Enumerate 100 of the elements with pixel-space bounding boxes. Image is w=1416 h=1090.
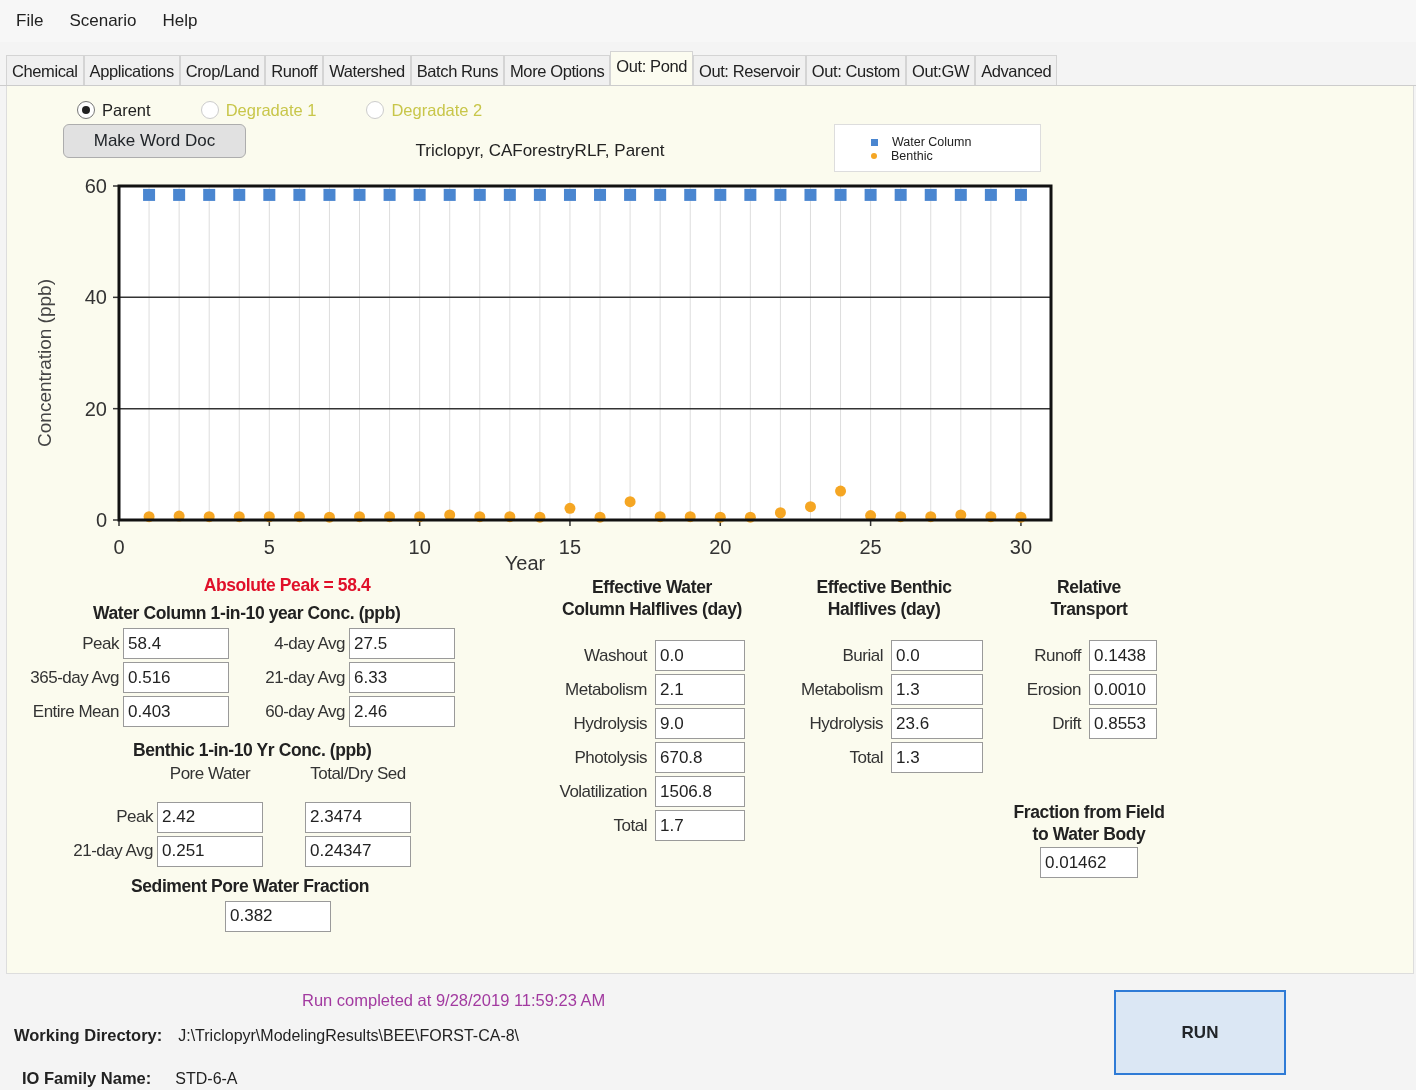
- output-field[interactable]: 2.3474: [305, 801, 411, 833]
- menu-item[interactable]: Help: [162, 8, 198, 34]
- data-point: [564, 502, 576, 514]
- x-tick-label: 15: [558, 536, 582, 558]
- field-label: Erosion: [1025, 678, 1081, 701]
- output-field[interactable]: 1.3: [891, 674, 983, 705]
- output-field[interactable]: 9.0: [655, 708, 745, 739]
- field-label: Entire Mean: [31, 700, 119, 723]
- output-field[interactable]: 0.0010: [1089, 674, 1157, 705]
- output-field[interactable]: 0.403: [123, 696, 229, 727]
- section-heading: Effective Benthic Halflives (day): [815, 576, 953, 620]
- field-label: Volatilization: [558, 780, 647, 803]
- field-label: 21-day Avg: [72, 840, 154, 863]
- data-point: [594, 511, 606, 523]
- output-field[interactable]: 58.4: [123, 628, 229, 659]
- chart-title: Triclopyr, CAForestryRLF, Parent: [414, 140, 666, 162]
- status-message: Run completed at 9/28/2019 11:59:23 AM: [302, 990, 607, 1011]
- data-point: [805, 501, 816, 513]
- absolute-peak-text: Absolute Peak = 58.4: [202, 574, 372, 596]
- output-field[interactable]: 2.46: [349, 696, 455, 727]
- column-heading: Pore Water: [168, 763, 252, 785]
- field-label: Burial: [841, 644, 883, 667]
- menu-item[interactable]: File: [16, 8, 44, 34]
- data-point: [173, 510, 185, 522]
- section-heading: Fraction from Field to Water Body: [1012, 801, 1166, 845]
- output-field[interactable]: 0.8553: [1089, 708, 1157, 739]
- data-point: [624, 496, 636, 508]
- output-field[interactable]: 670.8: [655, 742, 745, 773]
- tab[interactable]: Out: Reservoir: [692, 55, 806, 85]
- output-field[interactable]: 1.3: [891, 742, 983, 773]
- tab[interactable]: Out:GW: [905, 55, 976, 85]
- tab[interactable]: More Options: [504, 55, 611, 85]
- data-point: [835, 485, 847, 497]
- make-word-doc-button[interactable]: Make Word Doc: [63, 124, 246, 158]
- tab[interactable]: Advanced: [975, 55, 1058, 85]
- directory-path: J:\Triclopyr\ModelingResults\BEE\FORST-CA-8\: [178, 1025, 520, 1046]
- field-label: Drift: [1051, 712, 1081, 735]
- field-label: Hydrolysis: [808, 712, 883, 735]
- output-field[interactable]: 0.0: [655, 640, 745, 671]
- radio-label: Degradate 1: [225, 99, 317, 121]
- field-label: 60-day Avg: [264, 700, 345, 723]
- radio-button[interactable]: [77, 101, 95, 119]
- tab[interactable]: Runoff: [265, 55, 324, 85]
- output-field[interactable]: 2.42: [157, 801, 263, 833]
- y-axis-title: Concentration (ppb): [34, 279, 55, 447]
- output-field[interactable]: 23.6: [891, 708, 983, 739]
- output-field[interactable]: 2.1: [655, 674, 745, 705]
- output-field[interactable]: 0.01462: [1040, 847, 1138, 878]
- tab[interactable]: Batch Runs: [410, 55, 504, 85]
- output-field[interactable]: 1506.8: [655, 776, 745, 807]
- section-heading: Benthic 1-in-10 Yr Conc. (ppb): [132, 739, 373, 761]
- field-label: Metabolism: [564, 678, 647, 701]
- legend-label: Water Column: [892, 135, 972, 149]
- data-point: [774, 507, 786, 519]
- output-field[interactable]: 0.24347: [305, 835, 411, 867]
- field-label: Total: [612, 814, 647, 837]
- x-tick-label: 25: [859, 536, 882, 558]
- section-heading: Relative Transport: [1049, 576, 1129, 620]
- data-point: [444, 509, 456, 521]
- x-tick-label: 10: [408, 536, 431, 558]
- output-field[interactable]: 1.7: [655, 810, 745, 841]
- section-heading: Water Column 1-in-10 year Conc. (ppb): [92, 602, 402, 624]
- field-label: 365-day Avg: [29, 666, 119, 689]
- column-heading: Total/Dry Sed: [309, 763, 407, 785]
- output-field[interactable]: 27.5: [349, 628, 455, 659]
- tab[interactable]: Chemical: [6, 55, 84, 85]
- output-field[interactable]: 6.33: [349, 662, 455, 693]
- run-button[interactable]: RUN: [1114, 990, 1286, 1075]
- radio-label: Parent: [102, 99, 151, 121]
- field-label: 4-day Avg: [273, 632, 345, 655]
- tab[interactable]: Out: Custom: [805, 55, 906, 85]
- output-field[interactable]: 0.382: [225, 900, 331, 932]
- y-tick-label: 20: [84, 397, 107, 420]
- field-label: Runoff: [1033, 644, 1081, 667]
- field-label: Metabolism: [800, 678, 883, 701]
- data-point: [534, 511, 546, 523]
- field-label: Total: [848, 746, 883, 769]
- tab[interactable]: Applications: [83, 55, 180, 85]
- radio-label: Degradate 2: [391, 99, 483, 121]
- menu-item[interactable]: Scenario: [69, 8, 137, 34]
- output-field[interactable]: 0.0: [891, 640, 983, 671]
- field-label: IO Family Name:: [22, 1067, 152, 1089]
- x-tick-label: 5: [263, 536, 275, 558]
- data-point: [323, 511, 335, 523]
- tab[interactable]: Out: Pond: [610, 51, 693, 85]
- output-field[interactable]: 0.1438: [1089, 640, 1157, 671]
- x-tick-label: 0: [113, 536, 125, 558]
- tab[interactable]: Watershed: [323, 55, 411, 85]
- output-field[interactable]: 0.251: [157, 835, 263, 867]
- data-point: [744, 511, 756, 523]
- output-field[interactable]: 0.516: [123, 662, 229, 693]
- data-point: [1015, 511, 1027, 523]
- y-tick-label: 60: [84, 176, 107, 197]
- x-tick-label: 30: [1009, 536, 1033, 558]
- field-label: Hydrolysis: [572, 712, 647, 735]
- legend-label: Benthic: [891, 149, 933, 163]
- tab[interactable]: Crop/Land: [179, 55, 266, 85]
- section-heading: Effective Water Column Halflives (day): [561, 576, 743, 620]
- field-label: Washout: [583, 644, 647, 667]
- field-label: Peak: [81, 632, 119, 655]
